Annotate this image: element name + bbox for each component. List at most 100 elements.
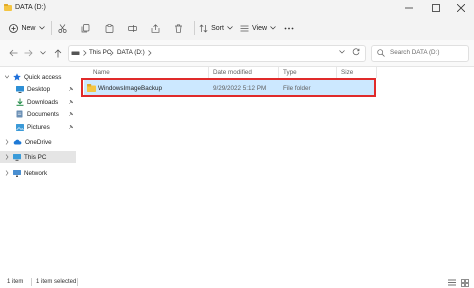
more-options-button[interactable]: [282, 20, 296, 36]
nav-label: Pictures: [27, 123, 50, 131]
pin-icon: [68, 86, 74, 92]
column-header-size[interactable]: Size: [341, 69, 353, 76]
scissors-icon: [57, 23, 67, 33]
column-header-date[interactable]: Date modified: [213, 69, 252, 76]
column-divider[interactable]: [336, 67, 337, 78]
close-icon: [457, 4, 465, 12]
chevron-right-icon: [110, 50, 114, 56]
nav-desktop[interactable]: Desktop: [0, 83, 76, 95]
command-bar: [0, 16, 474, 40]
tiles-view-icon: [460, 278, 469, 287]
maximize-button[interactable]: [423, 0, 449, 16]
nav-label: OneDrive: [25, 138, 52, 146]
nav-this-pc[interactable]: This PC: [0, 151, 76, 163]
chevron-down-icon: [339, 50, 345, 54]
search-placeholder: Search DATA (D:): [390, 49, 440, 56]
rename-icon: [127, 24, 137, 32]
folder-icon: [4, 4, 12, 11]
maximize-icon: [432, 4, 440, 12]
view-label: View: [251, 24, 268, 32]
copy-icon: [81, 23, 89, 32]
paste-button[interactable]: [103, 20, 115, 36]
delete-button[interactable]: [172, 20, 184, 36]
desktop-icon: [16, 85, 24, 93]
cut-button[interactable]: [56, 20, 68, 36]
address-history-button[interactable]: [336, 46, 348, 58]
nav-label: Network: [24, 169, 48, 177]
cloud-icon: [13, 139, 22, 145]
star-icon: [13, 73, 21, 81]
rename-button[interactable]: [126, 20, 138, 36]
highlight-box: [81, 78, 376, 97]
nav-label: Desktop: [27, 85, 51, 93]
trash-icon: [174, 23, 182, 33]
toolbar-divider: [194, 21, 195, 35]
arrow-up-icon: [54, 48, 62, 57]
view-button[interactable]: View: [239, 20, 277, 36]
up-button[interactable]: [52, 47, 64, 59]
network-icon: [13, 169, 21, 177]
pin-icon: [68, 99, 74, 105]
nav-label: This PC: [24, 153, 47, 161]
arrow-right-icon: [24, 49, 33, 57]
column-divider[interactable]: [278, 67, 279, 78]
details-view-icon: [447, 279, 456, 286]
download-icon: [16, 98, 24, 106]
column-divider[interactable]: [208, 67, 209, 78]
more-icon: [284, 27, 294, 29]
document-icon: [16, 110, 23, 118]
column-header-type[interactable]: Type: [283, 69, 297, 76]
breadcrumb-data-d[interactable]: DATA (D:): [117, 49, 145, 56]
recent-locations-button[interactable]: [37, 47, 49, 59]
details-view-button[interactable]: [447, 278, 456, 287]
back-button[interactable]: [7, 47, 19, 59]
sort-label: Sort: [211, 24, 224, 32]
copy-button[interactable]: [79, 20, 91, 36]
nav-label: Documents: [27, 110, 59, 118]
new-label: New: [21, 24, 36, 32]
view-icon: [240, 25, 249, 31]
pin-icon: [68, 111, 74, 117]
plus-circle-icon: [9, 23, 19, 33]
share-icon: [151, 23, 159, 33]
drive-icon: [71, 51, 80, 55]
nav-onedrive[interactable]: OneDrive: [0, 136, 76, 148]
forward-button[interactable]: [22, 47, 34, 59]
chevron-down-icon: [270, 26, 276, 30]
sort-button[interactable]: Sort: [198, 20, 234, 36]
computer-icon: [13, 153, 21, 161]
pin-icon: [68, 124, 74, 130]
minimize-icon: [405, 7, 413, 9]
chevron-right-icon: [5, 139, 9, 145]
selection-count: 1 item selected: [36, 279, 77, 285]
close-button[interactable]: [448, 0, 474, 16]
pictures-icon: [16, 123, 24, 131]
chevron-right-icon: [83, 50, 87, 56]
toolbar-divider: [51, 21, 52, 35]
share-button[interactable]: [149, 20, 161, 36]
chevron-down-icon: [227, 26, 233, 30]
chevron-down-icon: [38, 26, 45, 30]
window-title: DATA (D:): [15, 4, 46, 11]
chevron-down-icon: [40, 51, 46, 55]
column-header-name[interactable]: Name: [93, 69, 110, 76]
nav-label: Quick access: [24, 73, 62, 81]
status-divider: [77, 278, 78, 286]
nav-network[interactable]: Network: [0, 167, 76, 179]
item-count: 1 item: [7, 279, 24, 285]
refresh-button[interactable]: [350, 46, 362, 58]
arrow-left-icon: [8, 49, 17, 57]
nav-quick-access[interactable]: Quick access: [0, 71, 76, 83]
new-button[interactable]: New: [8, 20, 46, 36]
nav-pictures[interactable]: Pictures: [0, 121, 76, 133]
tiles-view-button[interactable]: [460, 278, 469, 287]
nav-label: Downloads: [27, 98, 59, 106]
minimize-button[interactable]: [396, 0, 422, 16]
breadcrumb-this-pc[interactable]: This PC: [89, 49, 111, 56]
nav-downloads[interactable]: Downloads: [0, 96, 76, 108]
chevron-right-icon: [148, 50, 152, 56]
status-divider: [31, 278, 32, 286]
chevron-right-icon: [5, 170, 9, 176]
column-divider[interactable]: [376, 67, 377, 78]
nav-documents[interactable]: Documents: [0, 108, 76, 120]
